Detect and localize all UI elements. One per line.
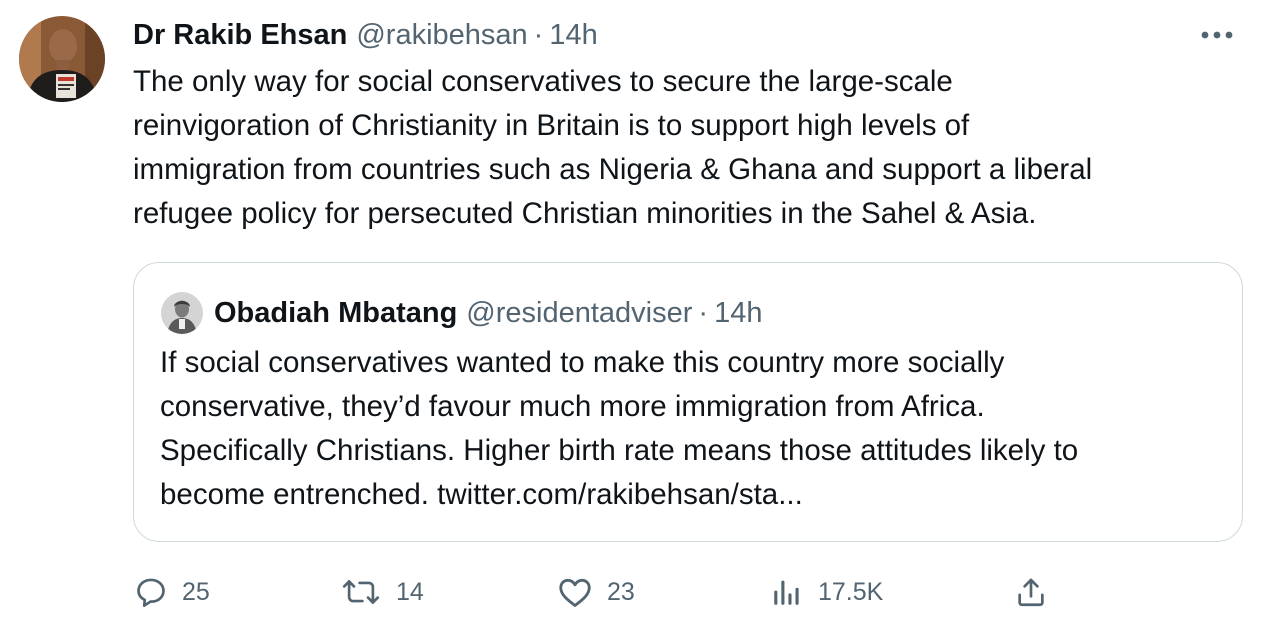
reply-button[interactable]: 25 xyxy=(134,568,210,616)
tweet-header: Dr Rakib Ehsan @rakibehsan · 14h xyxy=(133,16,598,54)
tweet-timestamp[interactable]: 14h xyxy=(549,16,597,54)
retweet-count: 14 xyxy=(396,577,424,606)
author-handle[interactable]: @rakibehsan xyxy=(356,16,527,54)
separator-dot: · xyxy=(533,19,544,51)
quoted-text-line: If social conservatives wanted to make t… xyxy=(160,346,1005,379)
heart-icon xyxy=(559,578,591,607)
like-button[interactable]: 23 xyxy=(557,568,635,616)
quoted-text-line: Specifically Christians. Higher birth ra… xyxy=(160,434,1079,467)
tweet-text: The only way for social conservatives to… xyxy=(133,60,1233,236)
share-icon xyxy=(1018,578,1044,607)
separator-dot: · xyxy=(698,297,709,329)
views-button[interactable]: 17.5K xyxy=(770,568,883,616)
retweet-button[interactable]: 14 xyxy=(340,568,424,616)
tweet[interactable]: Dr Rakib Ehsan @rakibehsan · 14h The onl… xyxy=(0,0,1264,626)
tweet-text-line: immigration from countries such as Niger… xyxy=(133,153,1093,186)
tweet-text-line: reinvigoration of Christianity in Britai… xyxy=(133,109,970,142)
quoted-author-handle[interactable]: @residentadviser xyxy=(466,294,692,332)
share-button[interactable] xyxy=(1014,568,1048,616)
reply-icon xyxy=(137,578,165,607)
action-bar: 25 14 23 17.5K xyxy=(0,568,1264,616)
more-horizontal-icon xyxy=(1201,31,1233,39)
view-count: 17.5K xyxy=(818,577,884,606)
retweet-icon xyxy=(342,580,380,604)
quoted-tweet-timestamp[interactable]: 14h xyxy=(714,294,762,332)
author-avatar[interactable] xyxy=(19,16,105,102)
like-count: 23 xyxy=(607,577,635,606)
quoted-tweet-text: If social conservatives wanted to make t… xyxy=(160,341,1235,517)
quoted-author-avatar[interactable] xyxy=(161,292,203,334)
more-options-button[interactable] xyxy=(1196,19,1238,51)
tweet-text-line: The only way for social conservatives to… xyxy=(133,65,953,98)
reply-count: 25 xyxy=(182,577,210,606)
quoted-text-line: conservative, they’d favour much more im… xyxy=(160,390,985,423)
author-display-name[interactable]: Dr Rakib Ehsan xyxy=(133,16,347,54)
quoted-tweet-header: Obadiah Mbatang @residentadviser · 14h xyxy=(214,294,762,332)
quoted-tweet[interactable]: Obadiah Mbatang @residentadviser · 14h I… xyxy=(133,262,1243,542)
quoted-text-line: become entrenched. twitter.com/rakibehsa… xyxy=(160,478,803,511)
analytics-icon xyxy=(774,580,799,605)
tweet-text-line: refugee policy for persecuted Christian … xyxy=(133,197,1037,230)
quoted-author-display-name[interactable]: Obadiah Mbatang xyxy=(214,294,457,332)
